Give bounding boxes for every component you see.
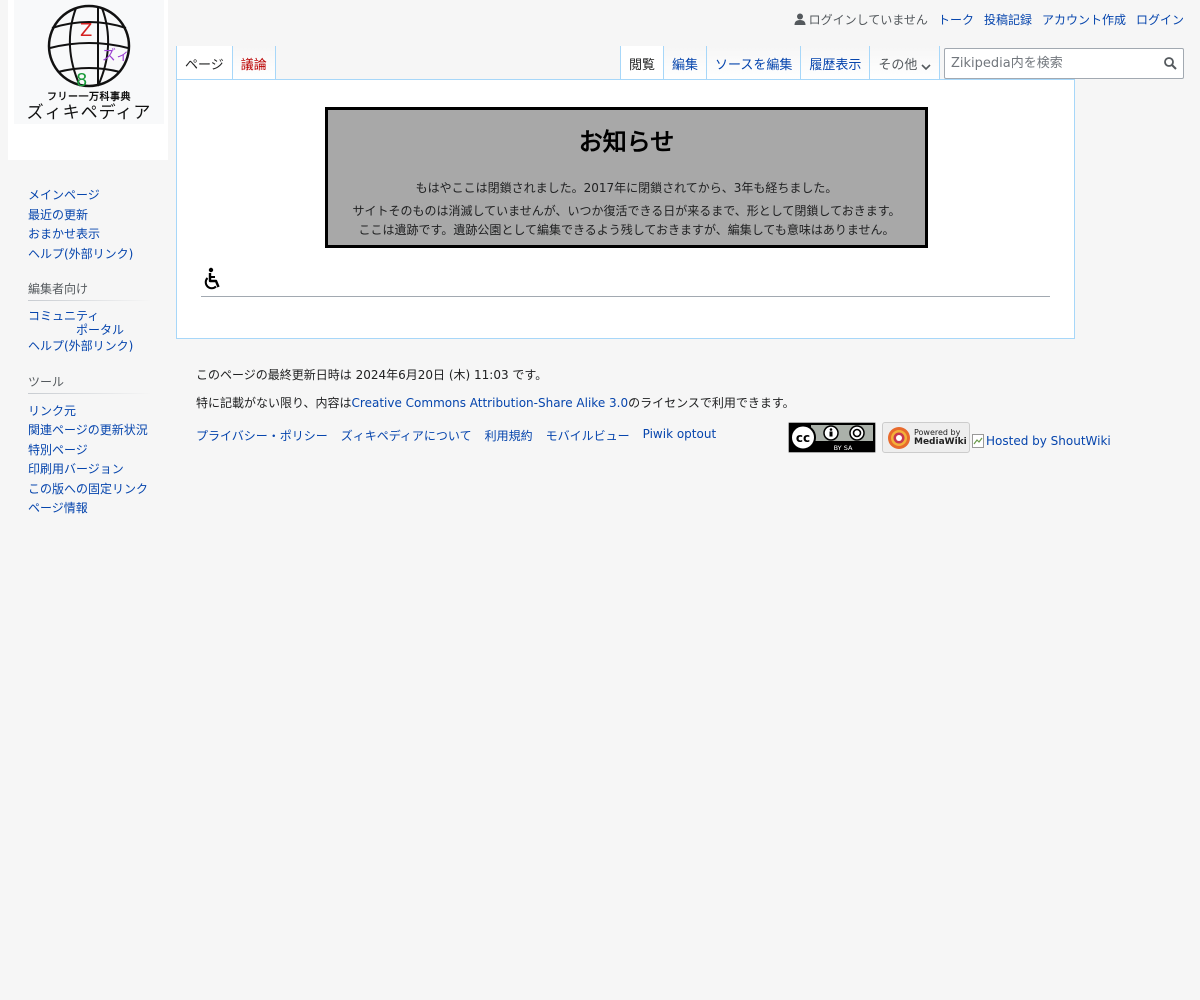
footer-terms-link[interactable]: 利用規約 bbox=[485, 427, 533, 444]
contributions-link[interactable]: 投稿記録 bbox=[984, 11, 1032, 28]
sidebar-item-help[interactable]: ヘルプ(外部リンク) bbox=[28, 247, 133, 261]
cc-license-icon: cc BY SA bbox=[789, 423, 875, 452]
broken-image-icon bbox=[972, 433, 984, 448]
search-box bbox=[944, 48, 1184, 79]
search-icon[interactable] bbox=[1164, 57, 1177, 70]
footer-about-link[interactable]: ズィキペディアについて bbox=[341, 427, 472, 444]
svg-text:ズィ: ズィ bbox=[102, 48, 130, 64]
mediawiki-flower-icon bbox=[888, 426, 910, 449]
sidebar-navigation: メインページ 最近の更新 おまかせ表示 ヘルプ(外部リンク) bbox=[28, 186, 158, 264]
svg-text:BY SA: BY SA bbox=[834, 444, 853, 452]
sidebar-heading-editors: 編集者向け bbox=[28, 280, 152, 301]
content-divider bbox=[201, 296, 1050, 297]
globe-logo-icon: Z ズィ 8 bbox=[47, 4, 131, 88]
sidebar-heading-tools: ツール bbox=[28, 372, 152, 394]
sidebar-item-recent-changes[interactable]: 最近の更新 bbox=[28, 208, 88, 222]
wheelchair-icon bbox=[204, 267, 220, 290]
tab-history[interactable]: 履歴表示 bbox=[800, 46, 870, 80]
sidebar-tools: リンク元 関連ページの更新状況 特別ページ 印刷用バージョン この版への固定リン… bbox=[28, 402, 158, 519]
footer-icons: cc BY SA Powered by MediaWiki Hosted by … bbox=[788, 422, 1111, 453]
tab-edit[interactable]: 編集 bbox=[663, 46, 707, 80]
sidebar: メインページ 最近の更新 おまかせ表示 ヘルプ(外部リンク) 編集者向け コミュ… bbox=[28, 186, 158, 519]
sidebar-item-permalink[interactable]: この版への固定リンク bbox=[28, 482, 148, 496]
footer-license: 特に記載がない限り、内容はCreative Commons Attributio… bbox=[196, 396, 795, 410]
personal-tools: ログインしていません トーク 投稿記録 アカウント作成 ログイン bbox=[784, 10, 1184, 28]
footer-places: プライバシー・ポリシー ズィキペディアについて 利用規約 モバイルビュー Piw… bbox=[196, 427, 729, 444]
sidebar-item-community-portal[interactable]: コミュニティ ポータル bbox=[28, 309, 158, 337]
sidebar-item-printable[interactable]: 印刷用バージョン bbox=[28, 462, 124, 476]
logo-image: Z ズィ 8 フリー一万科事典 ズィキペディア bbox=[14, 0, 164, 124]
user-icon bbox=[794, 13, 806, 25]
footer-mobile-link[interactable]: モバイルビュー bbox=[546, 427, 630, 444]
talk-link[interactable]: トーク bbox=[938, 11, 974, 28]
sidebar-item-related-changes[interactable]: 関連ページの更新状況 bbox=[28, 423, 148, 437]
powered-by-mediawiki-badge[interactable]: Powered by MediaWiki bbox=[882, 422, 970, 453]
svg-text:cc: cc bbox=[796, 431, 810, 445]
content-area: お知らせ もはやここは閉鎖されました。2017年に閉鎖されてから、3年も経ちまし… bbox=[176, 79, 1075, 339]
sidebar-item-main-page[interactable]: メインページ bbox=[28, 188, 100, 202]
anon-status-text: ログインしていません bbox=[808, 12, 928, 27]
tab-edit-source[interactable]: ソースを編集 bbox=[706, 46, 801, 80]
svg-text:Z: Z bbox=[80, 20, 92, 41]
svg-text:8: 8 bbox=[76, 70, 87, 88]
license-link[interactable]: Creative Commons Attribution-Share Alike… bbox=[352, 396, 629, 410]
hosted-by-shoutwiki[interactable]: Hosted by ShoutWiki bbox=[972, 433, 1111, 448]
footer-info: このページの最終更新日時は 2024年6月20日 (木) 11:03 です。 特… bbox=[196, 366, 795, 422]
namespace-tabs: ページ 議論 bbox=[176, 46, 276, 80]
cc-by-sa-badge[interactable]: cc BY SA bbox=[788, 422, 876, 453]
sidebar-item-special-pages[interactable]: 特別ページ bbox=[28, 443, 88, 457]
view-tabs: 閲覧 編集 ソースを編集 履歴表示 その他 bbox=[620, 46, 941, 80]
tab-page[interactable]: ページ bbox=[176, 46, 232, 80]
tab-discussion[interactable]: 議論 bbox=[231, 46, 276, 80]
anon-status: ログインしていません bbox=[794, 11, 928, 28]
sidebar-item-editor-help[interactable]: ヘルプ(外部リンク) bbox=[28, 339, 133, 353]
search-input[interactable] bbox=[945, 49, 1155, 78]
sidebar-item-random[interactable]: おまかせ表示 bbox=[28, 227, 100, 241]
mediawiki-badge-text: Powered by MediaWiki bbox=[914, 428, 967, 447]
notice-line-2: サイトそのものは消滅していませんが、いつか復活できる日が来るまで、形として閉鎖し… bbox=[352, 204, 901, 218]
notice-line-3: ここは遺跡です。遺跡公園として編集できるよう残しておきますが、編集しても意味はあ… bbox=[358, 223, 895, 237]
footer-last-modified: このページの最終更新日時は 2024年6月20日 (木) 11:03 です。 bbox=[196, 368, 548, 382]
create-account-link[interactable]: アカウント作成 bbox=[1042, 11, 1126, 28]
sidebar-item-page-info[interactable]: ページ情報 bbox=[28, 501, 88, 515]
chevron-down-icon bbox=[921, 64, 931, 71]
tab-read[interactable]: 閲覧 bbox=[620, 46, 664, 80]
sidebar-item-what-links-here[interactable]: リンク元 bbox=[28, 404, 76, 418]
login-link[interactable]: ログイン bbox=[1136, 11, 1184, 28]
site-logo[interactable]: Z ズィ 8 フリー一万科事典 ズィキペディア bbox=[8, 0, 168, 160]
notice-line-1: もはやここは閉鎖されました。2017年に閉鎖されてから、3年も経ちました。 bbox=[415, 181, 838, 195]
notice-title: お知らせ bbox=[578, 128, 675, 156]
tab-more-dropdown[interactable]: その他 bbox=[869, 46, 941, 80]
footer-privacy-link[interactable]: プライバシー・ポリシー bbox=[196, 427, 328, 444]
logo-caption-large: ズィキペディア bbox=[26, 103, 152, 123]
sidebar-editors: コミュニティ ポータル ヘルプ(外部リンク) bbox=[28, 309, 158, 357]
footer-piwik-link[interactable]: Piwik optout bbox=[643, 427, 717, 444]
notice-box: お知らせ もはやここは閉鎖されました。2017年に閉鎖されてから、3年も経ちまし… bbox=[325, 107, 928, 248]
